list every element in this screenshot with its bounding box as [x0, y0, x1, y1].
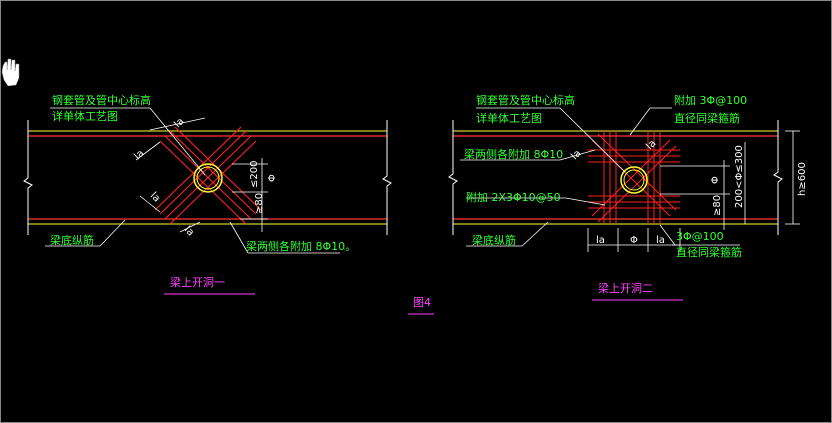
right-dim-la-1: la: [596, 235, 605, 246]
left-dim-phi: Φ: [267, 174, 278, 182]
right-note-extra: 附加 2X3Φ10@50: [466, 190, 561, 204]
right-note-bottom-bars: 梁底纵筋: [472, 233, 516, 247]
figure-label: 图4: [413, 296, 431, 309]
right-dim-stirrups-bottom: 3Φ@100: [676, 230, 724, 243]
left-dim-80: ≥80: [254, 193, 265, 214]
left-dim-la-left: la: [132, 148, 146, 162]
right-dim-la-left: la: [569, 148, 583, 162]
left-note-side-bars: 梁两侧各附加 8Φ10。: [246, 239, 356, 253]
right-note-stirrups: 附加 3Φ@100: [674, 93, 747, 107]
right-note-side-bars: 梁两侧各附加 8Φ10: [464, 147, 563, 161]
left-dim-200: ≤200: [249, 161, 260, 188]
right-dim-300: 200<Φ≤300: [734, 145, 745, 208]
right-dim-80: ≥80: [712, 195, 723, 216]
left-dim-la-bottom: la: [148, 190, 162, 204]
left-note-bottom-bars: 梁底纵筋: [50, 233, 94, 247]
left-note-sleeve: 钢套管及管中心标高: [52, 93, 151, 107]
left-beam-detail: 钢套管及管中心标高 详单体工艺图 梁底纵筋 梁两侧各附加 8Φ10。 la la…: [23, 93, 392, 295]
hand-cursor-icon: [1, 58, 20, 87]
right-dim-phi: Φ: [710, 176, 721, 184]
right-dim-phi-bottom: Φ: [630, 235, 638, 246]
left-dim-la-top: la: [172, 116, 186, 130]
left-dim-la-bottom-2: la: [182, 224, 196, 238]
right-note-stirrups-2: 直径同梁箍筋: [674, 111, 740, 125]
right-note-sleeve-2: 详单体工艺图: [476, 111, 542, 125]
right-dim-stirrups-bottom-2: 直径同梁箍筋: [676, 245, 742, 259]
cad-drawing-canvas[interactable]: 钢套管及管中心标高 详单体工艺图 梁底纵筋 梁两侧各附加 8Φ10。 la la…: [0, 0, 832, 423]
left-note-sleeve-2: 详单体工艺图: [52, 109, 118, 123]
left-caption: 梁上开洞一: [170, 275, 225, 289]
right-beam-detail: 钢套管及管中心标高 详单体工艺图 附加 3Φ@100 直径同梁箍筋 梁两侧各附加…: [448, 93, 808, 301]
right-dim-la-2: la: [656, 235, 665, 246]
right-caption: 梁上开洞二: [598, 281, 653, 295]
right-dim-h600: h≥600: [797, 162, 808, 196]
right-note-sleeve: 钢套管及管中心标高: [476, 93, 575, 107]
